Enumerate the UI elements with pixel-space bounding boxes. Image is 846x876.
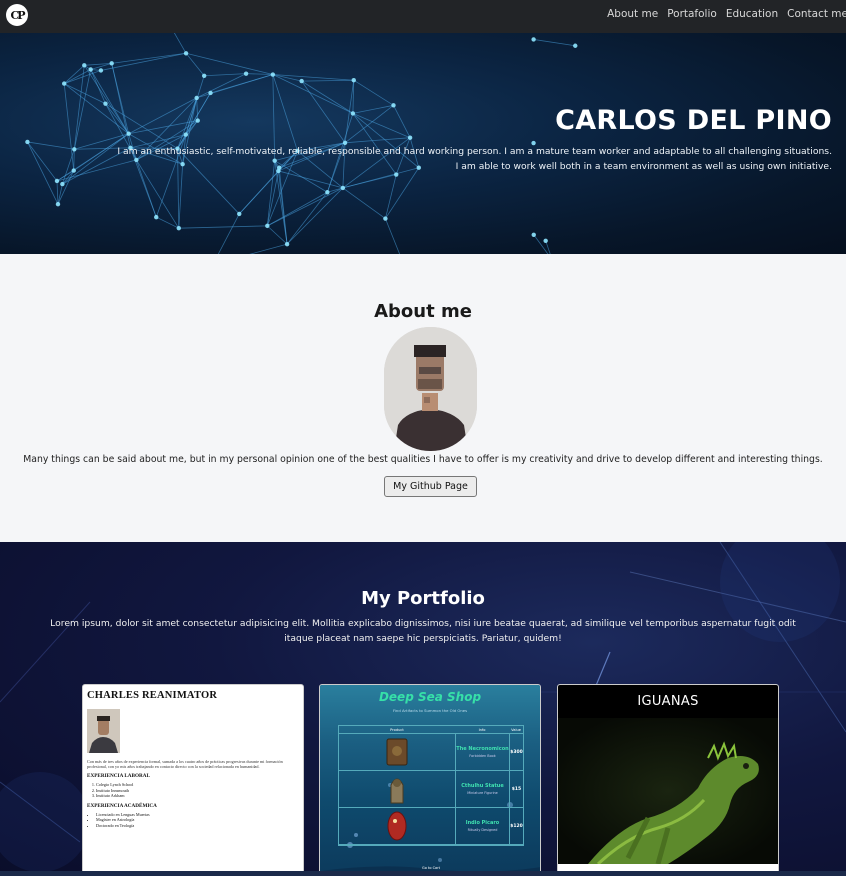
portfolio-description: Lorem ipsum, dolor sit amet consectetur … [50, 618, 796, 644]
hero-text: CARLOS DEL PINO I am an enthusiastic, se… [117, 105, 832, 174]
deep-sea-preview: Deep Sea Shop Find Artifacts to Summon t… [320, 685, 540, 875]
nav-links: About me Portafolio Education Contact me [607, 8, 846, 20]
product-subtitle: Ritually Designed [467, 828, 498, 832]
table-row: Indio Picaro Ritually Designed $120 [339, 808, 523, 845]
list-item: Doctorado en Teología [96, 823, 299, 829]
github-page-button[interactable]: My Github Page [384, 476, 477, 497]
cv-title: CHARLES REANIMATOR [87, 690, 218, 701]
cv-paragraph: Con más de tres años de experiencia form… [87, 759, 283, 769]
cv-section-work: EXPERIENCIA LABORAL [87, 773, 150, 779]
bottom-edge [0, 871, 846, 876]
hero-description: I am an enthusiastic, self-motivated, re… [117, 144, 832, 174]
cv-photo [87, 709, 120, 753]
cp-logo-icon[interactable]: CP [6, 4, 28, 26]
portfolio-card-iguanas[interactable]: IGUANAS [557, 684, 779, 876]
nav-link-about[interactable]: About me [607, 8, 658, 20]
product-table: Product Info Value The Necronomicon Forb… [338, 725, 524, 846]
header-value: Value [511, 727, 521, 732]
product-image [339, 773, 455, 805]
cv-work-list: Colegio Lynch School Instituto Innsmouth… [87, 782, 299, 799]
nav-link-contact[interactable]: Contact me [787, 8, 846, 20]
header-info: Info [478, 727, 486, 732]
portfolio-card-deep-sea-shop[interactable]: Deep Sea Shop Find Artifacts to Summon t… [319, 684, 541, 876]
hero-banner: CARLOS DEL PINO I am an enthusiastic, se… [0, 33, 846, 254]
product-image [339, 737, 455, 767]
cv-preview: CHARLES REANIMATOR Con más de tres años … [83, 685, 303, 833]
product-info: The Necronomicon Forbidden Book [455, 734, 509, 770]
iguana-photo [558, 718, 778, 864]
cv-academic-list: Licenciado en Lenguas Muertas Magíster e… [87, 812, 299, 829]
product-info: Indio Picaro Ritually Designed [455, 808, 509, 844]
deep-sea-title: Deep Sea Shop [378, 690, 482, 704]
hero-name: CARLOS DEL PINO [555, 105, 832, 136]
hero-description-line-1: I am an enthusiastic, self-motivated, re… [117, 146, 832, 157]
list-item: Instituto Arkham [96, 793, 299, 799]
header-product: Product [390, 727, 404, 732]
profile-photo [384, 327, 477, 451]
product-price: $120 [509, 808, 523, 844]
table-row: Cthulhu Statue Miniature Figurine $15 [339, 771, 523, 808]
product-name: Indio Picaro [465, 820, 500, 826]
product-name: Cthulhu Statue [461, 783, 504, 789]
product-info: Cthulhu Statue Miniature Figurine [455, 771, 509, 807]
product-subtitle: Forbidden Book [469, 754, 496, 758]
product-subtitle: Miniature Figurine [467, 791, 498, 795]
cv-section-academic: EXPERIENCIA ACADÉMICA [87, 802, 157, 809]
deep-sea-subtitle: Find Artifacts to Summon the Old Ones [392, 708, 468, 713]
nav-link-portfolio[interactable]: Portafolio [667, 8, 717, 20]
product-name: The Necronomicon [456, 746, 509, 752]
top-navbar: CP About me Portafolio Education Contact… [0, 0, 846, 33]
product-image [339, 809, 455, 843]
iguanas-title: IGUANAS [558, 685, 778, 718]
portfolio-card-cv[interactable]: CHARLES REANIMATOR Con más de tres años … [82, 684, 304, 876]
nav-link-education[interactable]: Education [726, 8, 778, 20]
logo-monogram: CP [10, 8, 25, 22]
about-section: About me Many things can be said about m… [0, 254, 846, 542]
table-header: Product Info Value [339, 726, 523, 734]
portfolio-title: My Portfolio [361, 588, 485, 609]
portfolio-section: My Portfolio Lorem ipsum, dolor sit amet… [0, 542, 846, 876]
hero-description-line-2: I am able to work well both in a team en… [455, 161, 832, 172]
table-row: The Necronomicon Forbidden Book $300 [339, 734, 523, 771]
product-price: $15 [509, 771, 523, 807]
about-title: About me [374, 301, 472, 322]
avatar [384, 327, 477, 451]
about-text: Many things can be said about me, but in… [23, 454, 823, 465]
product-price: $300 [509, 734, 523, 770]
